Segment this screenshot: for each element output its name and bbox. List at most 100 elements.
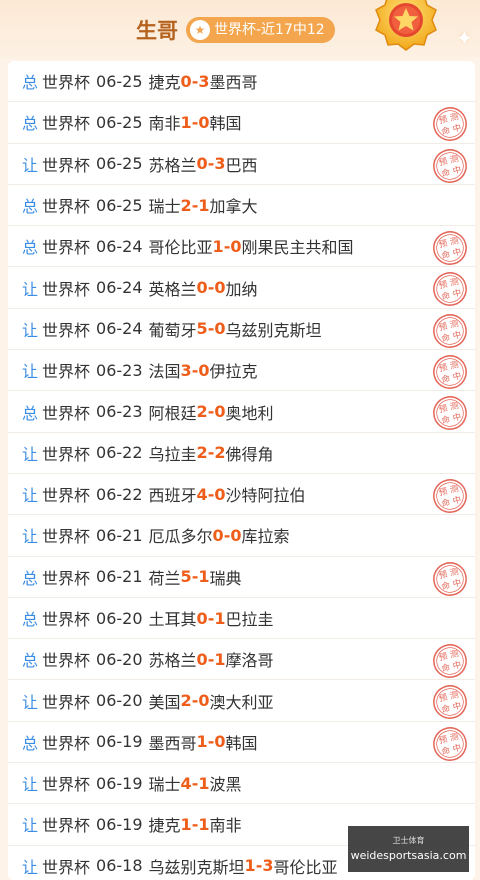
stamp-char: 预 [438,692,449,705]
home-score: 2 [180,195,192,215]
match-date: 06-25 [96,112,143,132]
match-row[interactable]: 让世界杯 06-25 苏格兰 0 - 3 巴西 预测命中 [8,144,475,185]
match-row[interactable]: 让世界杯 06-21 厄瓜多尔 0 - 0 库拉索 [8,515,475,557]
league-label: 世界杯 [42,197,91,217]
match-date: 06-21 [96,525,143,545]
match-row[interactable]: 总世界杯 06-21 荷兰 5 - 1 瑞典 预测命中 [8,557,475,598]
league-label: 世界杯 [42,155,91,175]
home-score: 0 [212,525,224,545]
match-row[interactable]: 让世界杯 06-22 西班牙 4 - 0 沙特阿拉伯 预测命中 [8,474,475,516]
home-score: 1 [196,732,208,752]
home-team: 阿根廷 [148,403,197,423]
star-medal-icon [375,0,437,51]
stamp-char: 预 [438,238,449,251]
match-row[interactable]: 总世界杯 06-25 捷克 0 - 3 墨西哥 [8,61,475,103]
match-date: 06-18 [96,856,143,876]
home-score: 0 [196,154,208,174]
match-row[interactable]: 总世界杯 06-23 阿根廷 2 - 0 奥地利 预测命中 [8,391,475,433]
stamp-char: 预 [438,362,449,375]
score-dash: - [255,856,263,876]
sparkle-icon: ✦ [456,26,473,50]
home-team: 南非 [148,114,181,134]
match-row[interactable]: 总世界杯 06-25 南非 1 - 0 韩国 预测命中 [8,102,475,144]
away-score: 1 [198,814,210,834]
league-label: 世界杯 [42,857,91,877]
match-row[interactable]: 总世界杯 06-20 土耳其 0 - 1 巴拉圭 [8,598,475,640]
home-team: 瑞士 [148,775,181,795]
star-icon: ★ [190,20,210,40]
match-row[interactable]: 让世界杯 06-20 美国 2 - 0 澳大利亚 预测命中 [8,680,475,722]
bet-type-label: 让 [22,486,39,506]
home-team: 土耳其 [148,610,197,629]
league-label: 世界杯 [42,692,91,712]
home-score: 2 [180,691,192,711]
match-row[interactable]: 让世界杯 06-22 乌拉圭 2 - 2 佛得角 [8,433,475,474]
away-team: 瑞典 [209,568,242,588]
home-score: 3 [180,360,192,380]
match-row[interactable]: 让世界杯 06-19 瑞士 4 - 1 波黑 [8,763,475,805]
away-score: 0 [198,360,210,380]
match-row[interactable]: 总世界杯 06-24 哥伦比亚 1 - 0 刚果民主共和国 预测命中 [8,226,475,268]
score-dash: - [207,319,215,339]
away-team: 库拉索 [241,527,290,547]
home-team: 哥伦比亚 [148,238,213,258]
score-dash: - [223,236,231,256]
league-label: 世界杯 [42,444,91,464]
match-row[interactable]: 总世界杯 06-25 瑞士 2 - 1 加拿大 [8,185,475,227]
away-team: 奥地利 [225,403,274,423]
away-team: 波黑 [209,775,242,795]
away-score: 0 [230,525,242,545]
away-score: 2 [214,443,226,463]
score-dash: - [207,443,215,463]
record-label: 世界杯-近17中12 [214,22,325,38]
prediction-hit-stamp: 预测命中 [433,272,467,307]
bet-type-label: 让 [22,444,39,464]
home-team: 苏格兰 [148,155,197,175]
away-score: 0 [214,278,226,298]
match-date: 06-20 [96,649,143,669]
match-date: 06-25 [96,154,143,174]
match-row[interactable]: 让世界杯 06-24 葡萄牙 5 - 0 乌兹别克斯坦 预测命中 [8,309,475,351]
home-team: 西班牙 [148,486,197,506]
home-score: 1 [212,236,224,256]
home-score: 0 [196,608,208,628]
home-score: 1 [244,856,256,876]
bet-type-label: 总 [22,733,39,753]
bet-type-label: 让 [22,692,39,712]
match-row[interactable]: 让世界杯 06-23 法国 3 - 0 伊拉克 预测命中 [8,350,475,392]
home-score: 1 [180,814,192,834]
away-team: 南非 [209,816,242,836]
match-row[interactable]: 让世界杯 06-24 英格兰 0 - 0 加纳预测命中 [8,267,475,309]
prediction-hit-stamp: 预测命中 [433,685,467,720]
bet-type-label: 让 [22,816,39,836]
away-score: 1 [198,567,210,587]
away-score: 0 [198,112,210,132]
match-row[interactable]: 总世界杯 06-20 苏格兰 0 - 1 摩洛哥 预测命中 [8,639,475,681]
bet-type-label: 总 [22,651,39,671]
prediction-hit-stamp: 预测命中 [433,479,467,513]
match-row[interactable]: 总世界杯 06-19 墨西哥 1 - 0 韩国 预测命中 [8,722,475,764]
score-dash: - [207,608,215,628]
home-score: 4 [196,484,208,504]
away-score: 0 [214,319,226,339]
prediction-hit-stamp: 预测命中 [433,107,467,142]
away-team: 加拿大 [209,197,258,217]
prediction-hit-stamp: 预测命中 [433,396,467,431]
home-score: 5 [196,319,208,339]
league-label: 世界杯 [42,486,91,506]
away-score: 0 [214,732,226,752]
stamp-char: 预 [438,568,449,581]
prediction-hit-stamp: 预测命中 [433,313,467,348]
away-team: 乌兹别克斯坦 [225,320,322,340]
stamp-char: 预 [438,279,449,292]
home-team: 捷克 [148,73,181,93]
bet-type-label: 总 [22,610,39,629]
away-score: 1 [198,773,210,793]
match-date: 06-22 [96,484,143,504]
league-label: 世界杯 [42,403,91,423]
bet-type-label: 总 [22,238,39,258]
record-badge[interactable]: ★ 世界杯-近17中12 [186,17,335,43]
home-team: 捷克 [148,816,181,836]
stamp-char: 预 [438,486,449,499]
prediction-hit-stamp: 预测命中 [433,726,467,761]
